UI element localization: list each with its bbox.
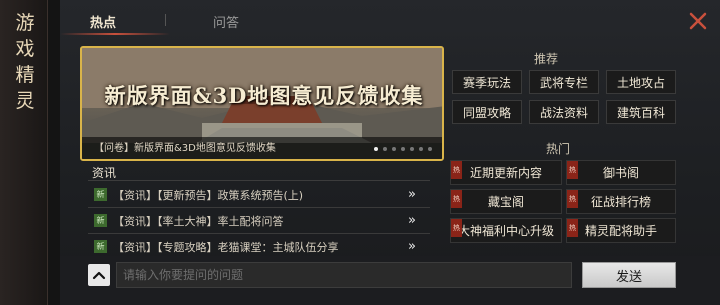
recommend-item-tactics[interactable]: 战法资料: [529, 100, 599, 124]
recommend-item-season[interactable]: 赛季玩法: [452, 70, 522, 94]
close-button[interactable]: [688, 11, 708, 31]
news-divider: [88, 180, 430, 181]
hot-item-updates[interactable]: 热 近期更新内容: [450, 160, 562, 185]
carousel-dot[interactable]: [383, 147, 387, 151]
hot-item-welfare[interactable]: 热 大神福利中心升级: [450, 218, 562, 243]
recommend-section-title: 推荐: [534, 52, 559, 66]
promo-banner[interactable]: 新版界面&3D地图意见反馈收集 【问卷】新版界面&3D地图意见反馈收集: [80, 46, 444, 161]
double-chevron-right-icon[interactable]: »: [402, 239, 422, 254]
new-tag: 新: [94, 188, 107, 201]
expand-button[interactable]: [88, 264, 110, 286]
news-item-text: 【资讯】【率土大神】率土配将问答: [113, 214, 284, 228]
hot-item-label: 精灵配将助手: [584, 224, 657, 238]
sidebar-title-char: 精: [15, 64, 35, 86]
sidebar-title-char: 游: [15, 12, 35, 34]
chevron-up-icon: [92, 271, 106, 280]
recommend-item-land[interactable]: 土地攻占: [606, 70, 676, 94]
hot-section-title: 热门: [546, 142, 571, 156]
tab-bar: 热点 问答: [60, 0, 720, 40]
active-tab-underline: [60, 33, 170, 35]
double-chevron-right-icon[interactable]: »: [402, 187, 422, 202]
sidebar-title-char: 戏: [15, 38, 35, 60]
carousel-dot[interactable]: [392, 147, 396, 151]
banner-caption: 【问卷】新版界面&3D地图意见反馈收集: [94, 143, 276, 154]
hot-tag: 热: [451, 161, 462, 179]
tab-hot[interactable]: 热点: [90, 12, 116, 31]
hot-tag: 热: [567, 219, 578, 237]
hot-item-label: 近期更新内容: [469, 166, 542, 180]
hot-item-assistant[interactable]: 热 精灵配将助手: [566, 218, 676, 243]
carousel-dot[interactable]: [401, 147, 405, 151]
hot-item-label: 御书阁: [602, 166, 639, 180]
sidebar-title-char: 灵: [15, 90, 35, 112]
hot-item-label: 征战排行榜: [590, 195, 651, 209]
question-input[interactable]: [116, 262, 572, 288]
news-item-text: 【资讯】【更新预告】政策系统预告(上): [113, 188, 304, 202]
recommend-item-alliance[interactable]: 同盟攻略: [452, 100, 522, 124]
carousel-dot[interactable]: [419, 147, 423, 151]
tab-qa[interactable]: 问答: [213, 12, 239, 31]
carousel-dot[interactable]: [410, 147, 414, 151]
hot-tag: 热: [451, 219, 462, 237]
banner-title: 新版界面&3D地图意见反馈收集: [104, 83, 424, 108]
recommend-item-buildings[interactable]: 建筑百科: [606, 100, 676, 124]
news-section-title: 资讯: [92, 166, 117, 180]
news-list: 新 【资讯】【更新预告】政策系统预告(上) » 新 【资讯】【率土大神】率土配将…: [88, 182, 430, 260]
sidebar-strip: 游 戏 精 灵: [0, 0, 48, 305]
hot-item-library[interactable]: 热 御书阁: [566, 160, 676, 185]
hot-item-treasure[interactable]: 热 藏宝阁: [450, 189, 562, 214]
carousel-dot[interactable]: [374, 147, 378, 151]
hot-item-label: 大神福利中心升级: [457, 224, 554, 238]
hot-tag: 热: [567, 161, 578, 179]
hot-item-label: 藏宝阁: [487, 195, 524, 209]
new-tag: 新: [94, 240, 107, 253]
sidebar-title: 游 戏 精 灵: [10, 12, 40, 112]
hot-tag: 热: [451, 190, 462, 208]
news-item[interactable]: 新 【资讯】【率土大神】率土配将问答 »: [88, 208, 430, 234]
new-tag: 新: [94, 214, 107, 227]
close-icon: [689, 12, 707, 30]
news-item[interactable]: 新 【资讯】【更新预告】政策系统预告(上) »: [88, 182, 430, 208]
hot-tag: 热: [567, 190, 578, 208]
send-button[interactable]: 发送: [582, 262, 676, 288]
recommend-item-generals[interactable]: 武将专栏: [529, 70, 599, 94]
news-item-text: 【资讯】【专题攻略】老猫课堂：主城队伍分享: [113, 240, 339, 254]
tab-separator: [165, 14, 166, 26]
hot-item-ranking[interactable]: 热 征战排行榜: [566, 189, 676, 214]
carousel-dot[interactable]: [428, 147, 432, 151]
double-chevron-right-icon[interactable]: »: [402, 213, 422, 228]
carousel-dots: [374, 147, 432, 151]
